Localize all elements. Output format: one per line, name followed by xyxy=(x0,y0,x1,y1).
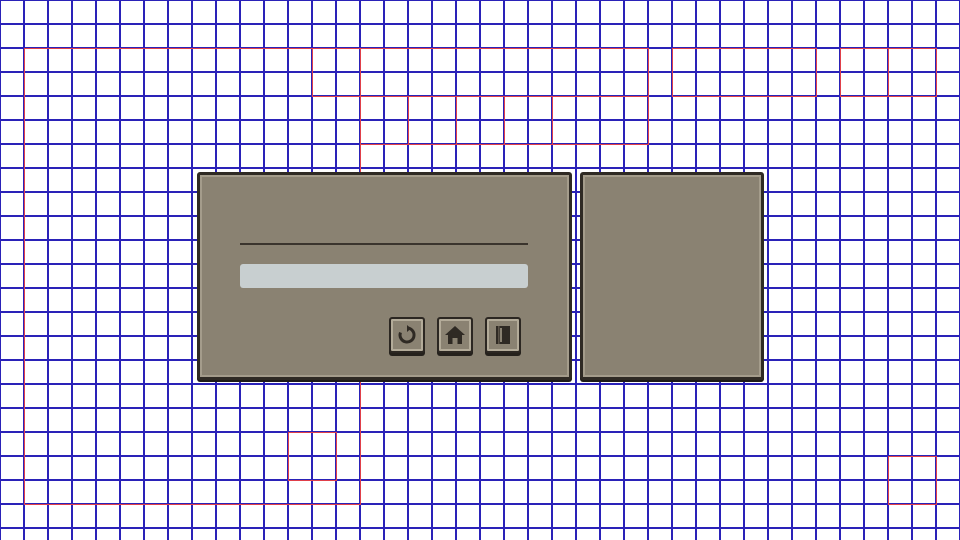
dialog-divider xyxy=(240,243,528,245)
restart-button[interactable] xyxy=(389,317,425,353)
home-button[interactable] xyxy=(437,317,473,353)
home-icon xyxy=(445,326,465,344)
book-icon xyxy=(496,326,510,344)
dialog-panel-side xyxy=(580,172,764,380)
restart-icon xyxy=(398,325,416,344)
book-button[interactable] xyxy=(485,317,521,353)
progress-bar xyxy=(240,264,528,288)
